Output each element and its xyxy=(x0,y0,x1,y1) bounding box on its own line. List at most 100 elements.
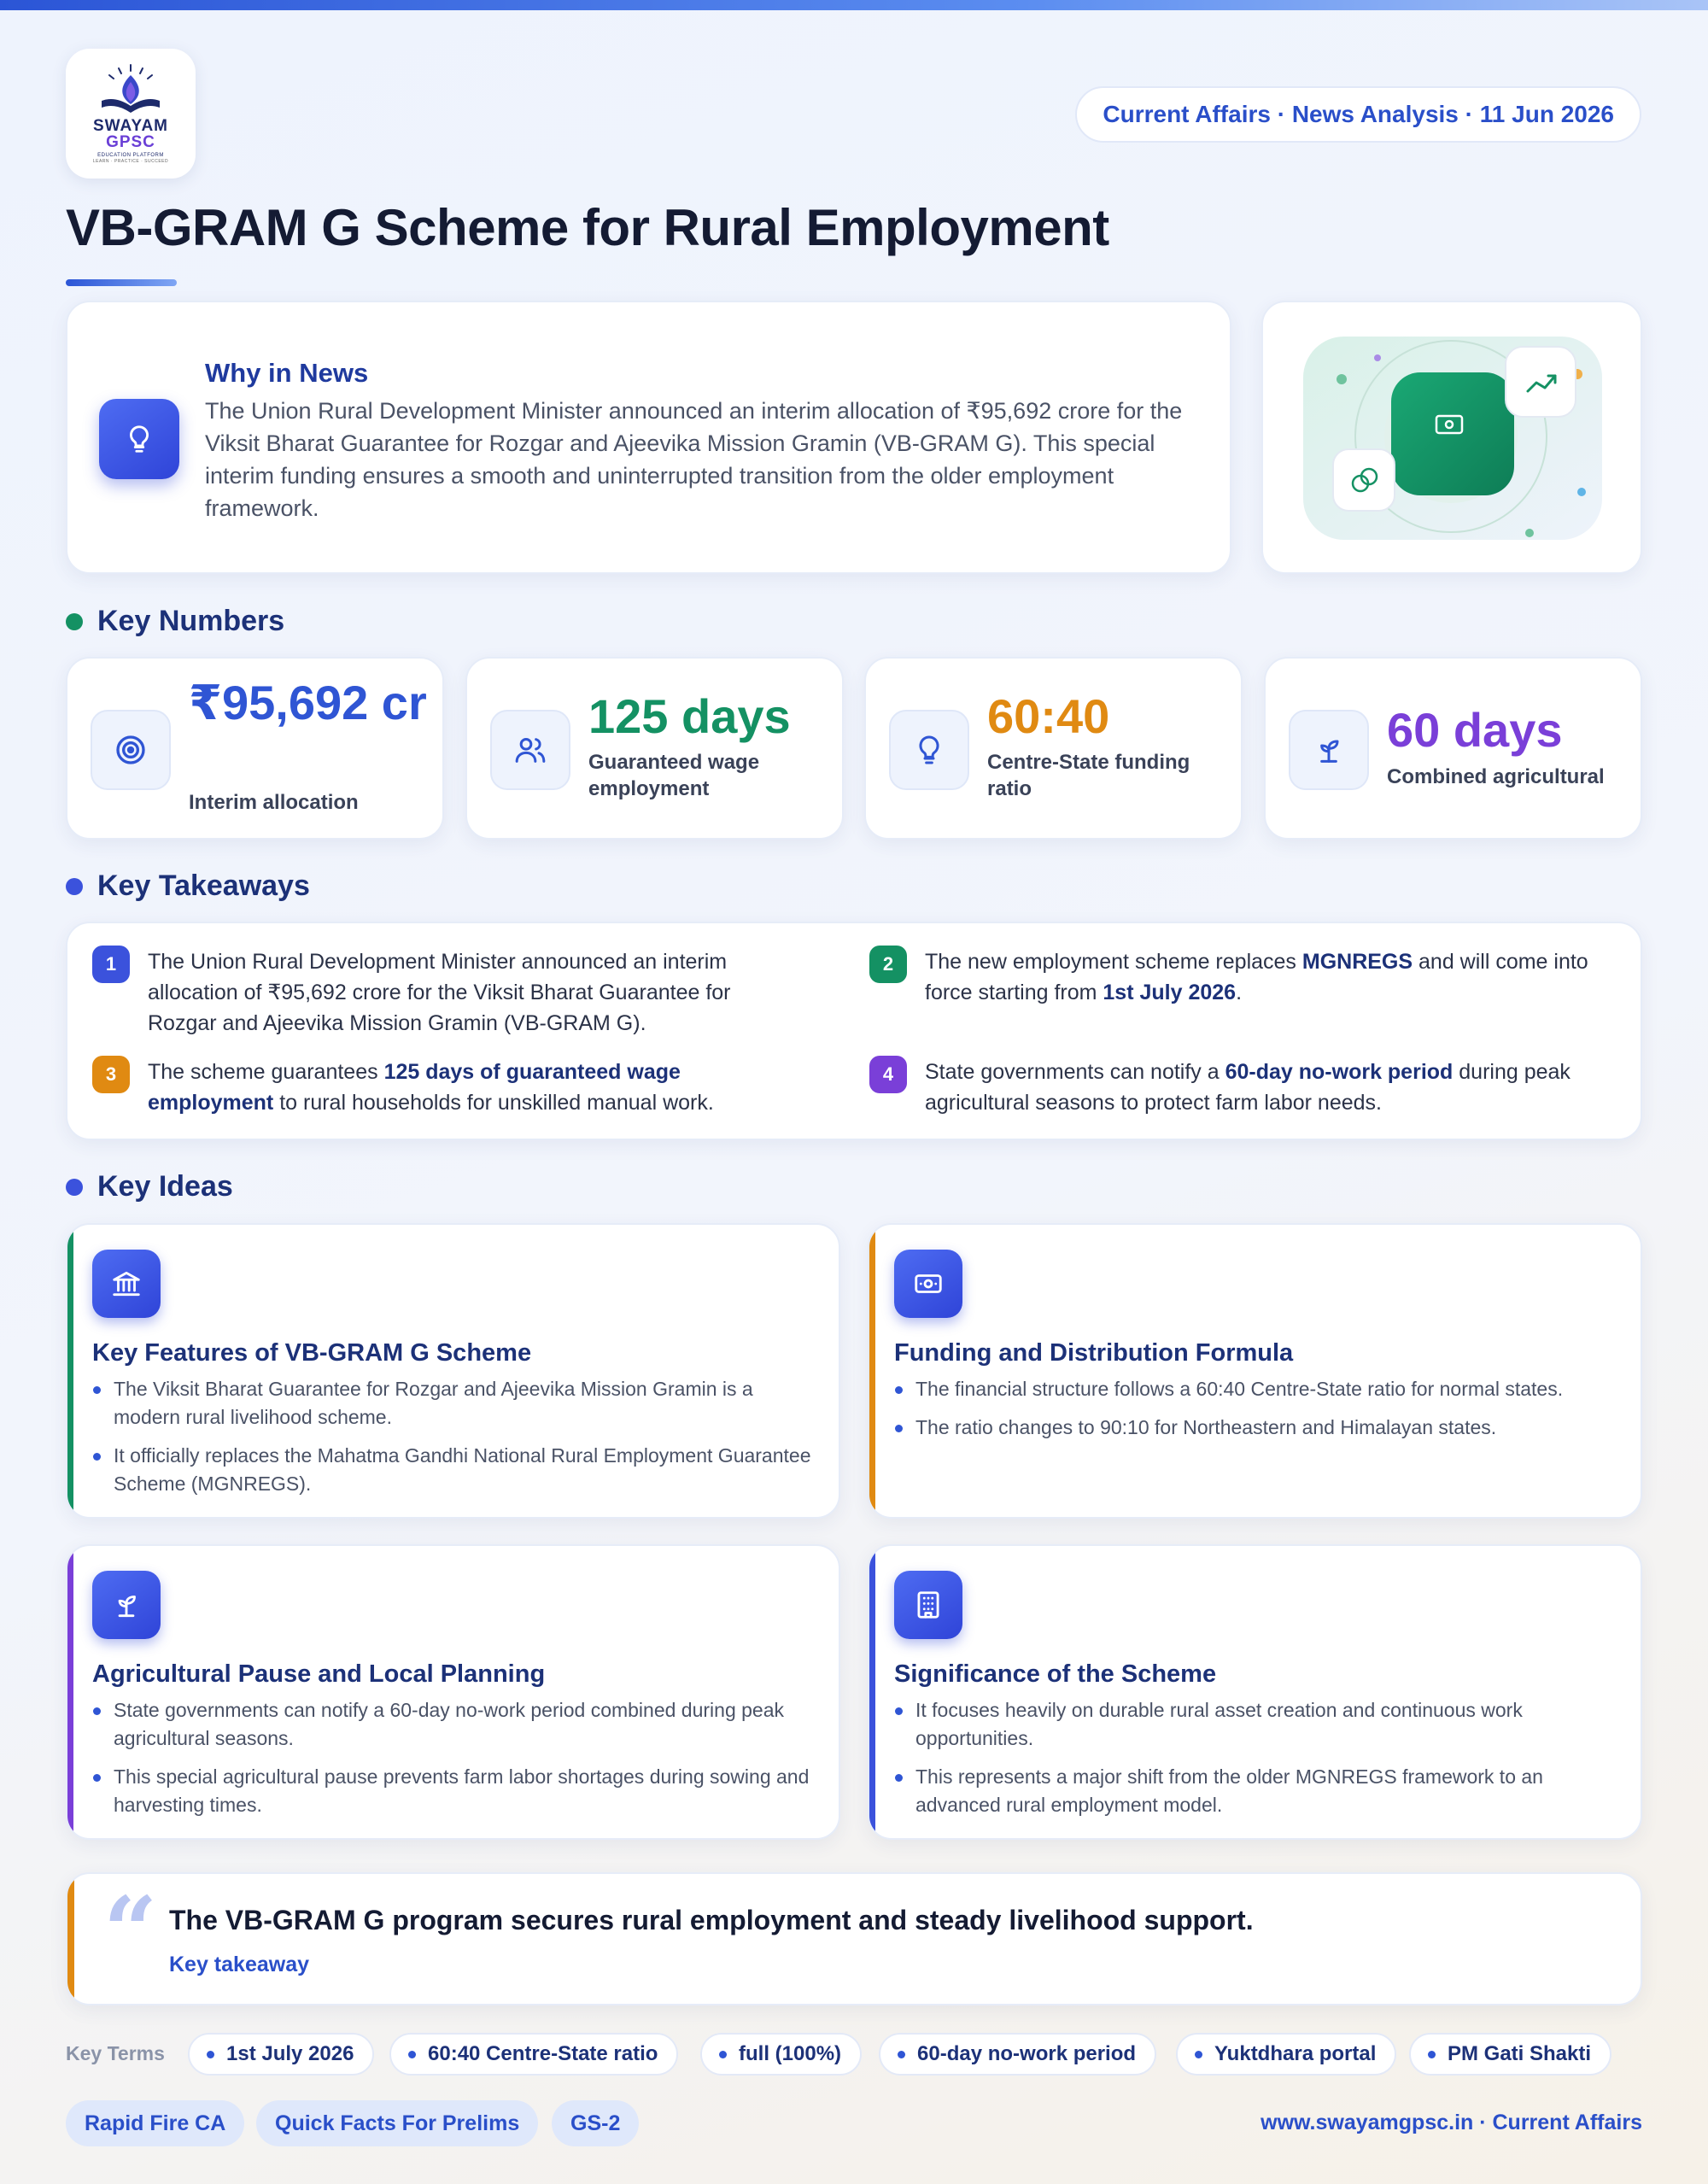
chip-dot xyxy=(898,2050,905,2058)
idea-point: It focuses heavily on durable rural asse… xyxy=(894,1696,1620,1753)
idea-point: This represents a major shift from the o… xyxy=(894,1763,1620,1819)
section-dot xyxy=(66,612,83,630)
idea-title: Agricultural Pause and Local Planning xyxy=(92,1660,546,1688)
key-term-chip[interactable]: 1st July 2026 xyxy=(188,2033,375,2076)
users-icon xyxy=(490,710,570,790)
key-takeaway-quote: “ The VB-GRAM G program secures rural em… xyxy=(66,1872,1642,2005)
takeaway-item: 2 The new employment scheme replaces MGN… xyxy=(869,946,1604,1008)
takeaway-highlight: 1st July 2026 xyxy=(1103,981,1237,1004)
idea-card-agricultural: Agricultural Pause and Local Planning St… xyxy=(66,1544,840,1840)
stat-label: Combined agricultural xyxy=(1387,765,1605,788)
takeaway-number: 1 xyxy=(92,946,130,983)
tag-quick-facts[interactable]: Quick Facts For Prelims xyxy=(256,2100,539,2146)
idea-point: It officially replaces the Mahatma Gandh… xyxy=(92,1442,818,1498)
takeaway-number: 3 xyxy=(92,1056,130,1093)
takeaway-item: 1 The Union Rural Development Minister a… xyxy=(92,946,801,1039)
chip-label: 60:40 Centre-State ratio xyxy=(428,2042,658,2065)
footer-site-link[interactable]: www.swayamgpsc.in · Current Affairs xyxy=(1261,2111,1642,2135)
chip-dot xyxy=(207,2050,214,2058)
key-term-chip[interactable]: PM Gati Shakti xyxy=(1409,2033,1612,2076)
idea-points: The financial structure follows a 60:40 … xyxy=(894,1375,1620,1452)
sprout-icon xyxy=(92,1571,161,1639)
takeaway-text: State governments can notify a 60-day no… xyxy=(925,1057,1604,1118)
building-icon xyxy=(894,1571,962,1639)
chip-label: 1st July 2026 xyxy=(226,2042,354,2065)
takeaway-text: The Union Rural Development Minister ann… xyxy=(148,946,801,1039)
idea-points: The Viksit Bharat Guarantee for Rozgar a… xyxy=(92,1375,818,1508)
accent-bar xyxy=(67,1874,74,2004)
logo-line-3: EDUCATION PLATFORM xyxy=(97,153,164,158)
category-date-pill: Current Affairs · News Analysis · 11 Jun… xyxy=(1075,86,1641,143)
accent-bar xyxy=(67,1546,73,1838)
swayam-gpsc-logo: SWAYAM GPSC EDUCATION PLATFORM LEARN · P… xyxy=(66,49,196,179)
takeaway-segment: State governments can notify a xyxy=(925,1060,1225,1084)
stat-value: 125 days xyxy=(588,689,791,743)
key-ideas-heading: Key Ideas xyxy=(66,1170,233,1203)
idea-point: This special agricultural pause prevents… xyxy=(92,1763,818,1819)
section-title: Key Numbers xyxy=(97,605,285,637)
bank-icon xyxy=(92,1250,161,1318)
stat-card-ratio: 60:40 Centre-State funding ratio xyxy=(864,657,1243,840)
stat-label: Interim allocation xyxy=(189,791,359,814)
stat-label: Centre-State funding ratio xyxy=(987,751,1190,800)
chip-label: 60-day no-work period xyxy=(917,2042,1137,2065)
target-icon xyxy=(91,710,171,790)
takeaway-highlight: MGNREGS xyxy=(1301,950,1413,974)
idea-point: State governments can notify a 60-day no… xyxy=(92,1696,818,1753)
chip-label: PM Gati Shakti xyxy=(1448,2042,1592,2065)
banknote-icon xyxy=(894,1250,962,1318)
idea-points: State governments can notify a 60-day no… xyxy=(92,1696,818,1830)
takeaway-number: 4 xyxy=(869,1056,907,1093)
idea-title: Key Features of VB-GRAM G Scheme xyxy=(92,1339,532,1367)
idea-title: Funding and Distribution Formula xyxy=(894,1339,1294,1367)
key-term-chip[interactable]: 60:40 Centre-State ratio xyxy=(389,2033,679,2076)
accent-bar xyxy=(869,1225,875,1517)
idea-point: The financial structure follows a 60:40 … xyxy=(894,1375,1620,1403)
title-underline xyxy=(66,279,177,286)
tag-gs2[interactable]: GS-2 xyxy=(552,2100,640,2146)
why-heading: Why in News xyxy=(205,358,369,388)
takeaway-segment: . xyxy=(1236,981,1243,1004)
key-term-chip[interactable]: Yuktdhara portal xyxy=(1176,2033,1397,2076)
key-term-chip[interactable]: full (100%) xyxy=(700,2033,863,2076)
takeaway-segment: The Union Rural Development Minister ann… xyxy=(148,950,731,1035)
illustration-card xyxy=(1261,301,1642,574)
logo-flame-book-icon xyxy=(102,64,160,113)
tag-rapid-fire[interactable]: Rapid Fire CA xyxy=(66,2100,245,2146)
key-term-chip[interactable]: 60-day no-work period xyxy=(879,2033,1157,2076)
section-title: Key Ideas xyxy=(97,1170,233,1203)
page-title: VB-GRAM G Scheme for Rural Employment xyxy=(66,199,1109,256)
idea-points: It focuses heavily on durable rural asse… xyxy=(894,1696,1620,1830)
lightbulb-icon xyxy=(99,399,179,479)
finance-illustration xyxy=(1303,337,1602,540)
quote-text: The VB-GRAM G program secures rural empl… xyxy=(169,1905,1254,1935)
chip-dot xyxy=(1195,2050,1202,2058)
takeaways-card: 1 The Union Rural Development Minister a… xyxy=(66,922,1642,1140)
takeaway-segment: The scheme guarantees xyxy=(148,1060,384,1084)
lightbulb-icon xyxy=(889,710,969,790)
stat-value: ₹95,692 cr xyxy=(189,676,427,729)
sprout-icon xyxy=(1289,710,1369,790)
section-dot xyxy=(66,877,83,895)
takeaway-segment: The new employment scheme replaces xyxy=(925,950,1302,974)
chip-label: Yuktdhara portal xyxy=(1214,2042,1377,2065)
section-dot xyxy=(66,1178,83,1196)
accent-bar xyxy=(869,1546,875,1838)
idea-card-funding: Funding and Distribution Formula The fin… xyxy=(868,1223,1642,1519)
takeaway-highlight: 60-day no-work period xyxy=(1225,1060,1454,1084)
takeaway-item: 4 State governments can notify a 60-day … xyxy=(869,1056,1604,1118)
idea-card-features: Key Features of VB-GRAM G Scheme The Vik… xyxy=(66,1223,840,1519)
key-terms-label: Key Terms xyxy=(66,2042,165,2064)
accent-bar xyxy=(67,1225,73,1517)
stat-value: 60:40 xyxy=(987,689,1110,743)
section-title: Key Takeaways xyxy=(97,870,310,902)
logo-line-1: SWAYAM xyxy=(92,117,168,135)
key-takeaways-heading: Key Takeaways xyxy=(66,870,310,903)
why-in-news-card: Why in News The Union Rural Development … xyxy=(66,301,1231,574)
takeaway-text: The scheme guarantees 125 days of guaran… xyxy=(148,1057,801,1118)
takeaway-text: The new employment scheme replaces MGNRE… xyxy=(925,946,1604,1008)
chip-dot xyxy=(1428,2050,1436,2058)
takeaway-segment: to rural households for unskilled manual… xyxy=(273,1091,714,1115)
chip-dot xyxy=(408,2050,416,2058)
takeaway-item: 3 The scheme guarantees 125 days of guar… xyxy=(92,1056,801,1118)
